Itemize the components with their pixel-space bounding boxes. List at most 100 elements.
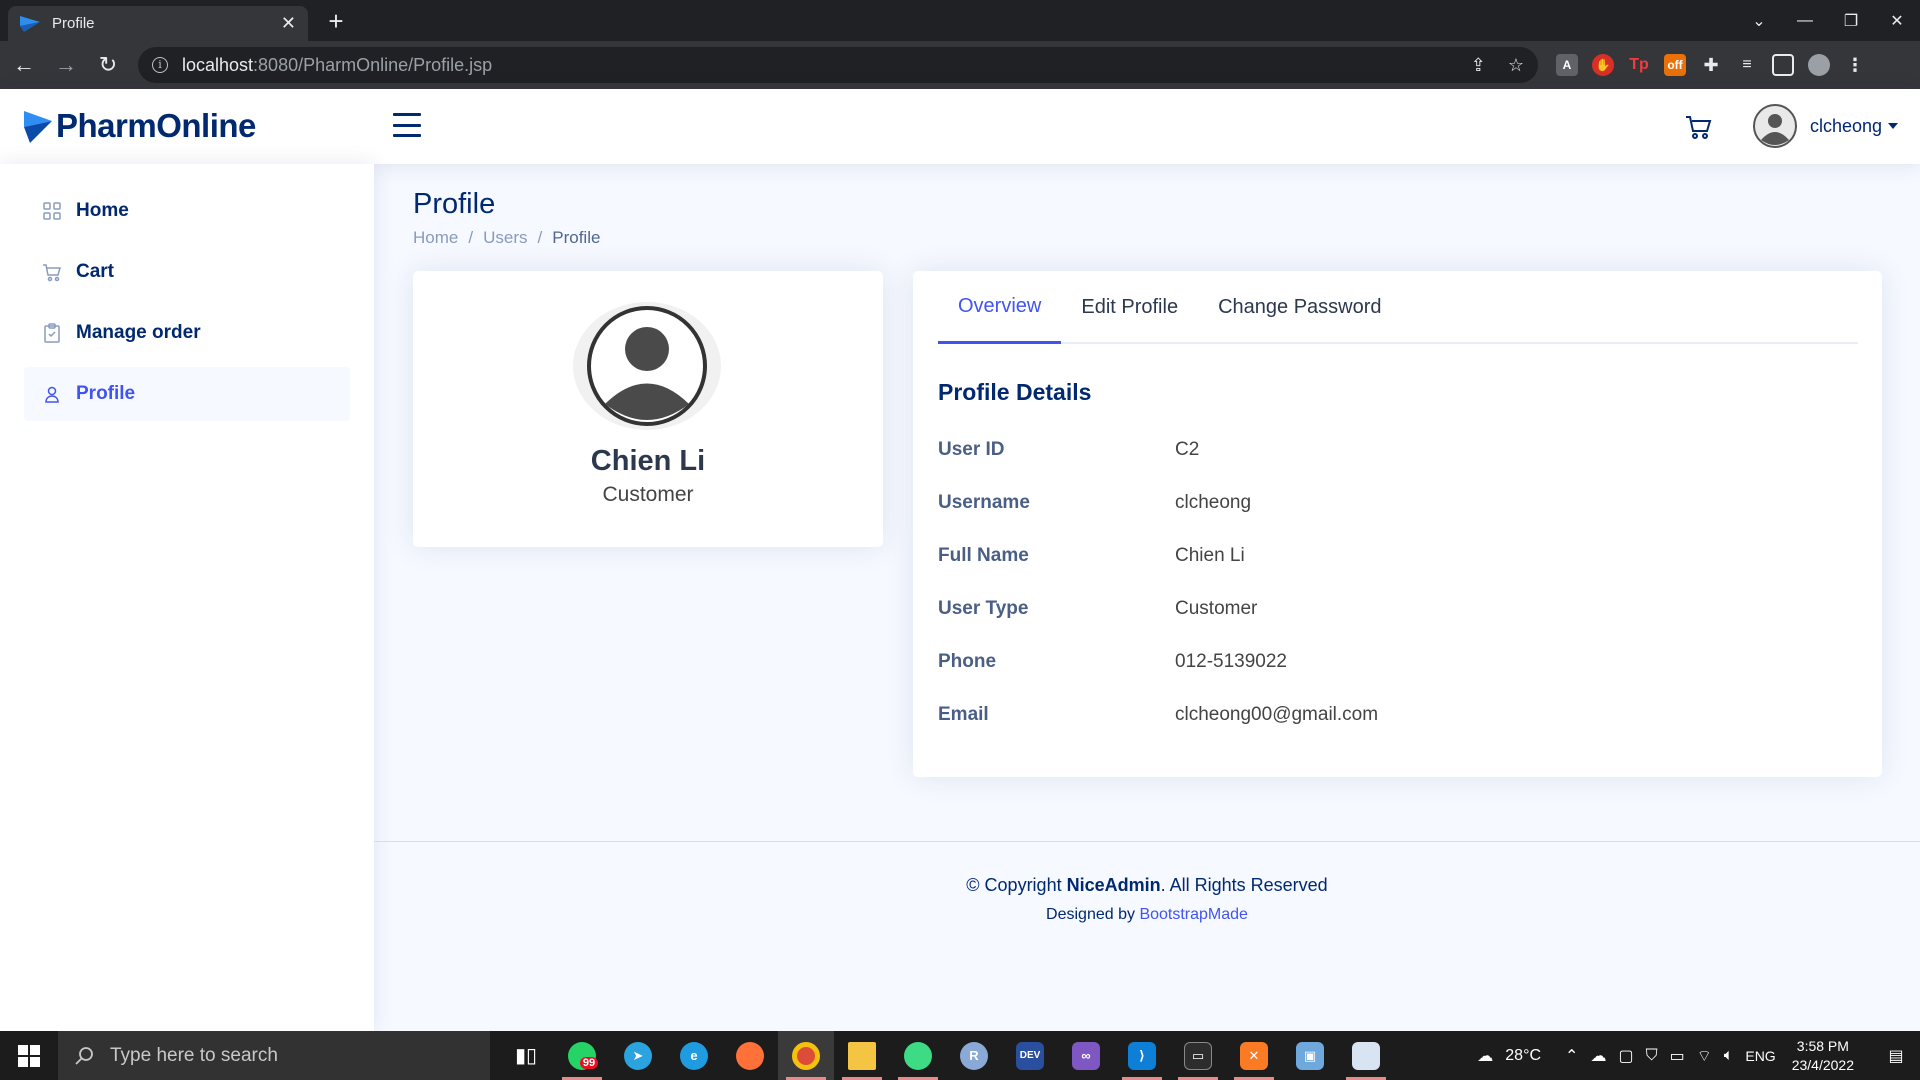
sidebar-item-label: Cart	[76, 261, 115, 282]
tab-search-icon[interactable]: ⌄	[1736, 0, 1782, 41]
weather-icon[interactable]: ☁	[1477, 1046, 1493, 1066]
close-window-button[interactable]: ✕	[1874, 0, 1920, 41]
detail-label: User Type	[938, 598, 1029, 619]
tab-title: Profile	[52, 15, 95, 32]
tp-extension-icon[interactable]: Tp	[1628, 54, 1650, 76]
back-button[interactable]: ←	[6, 47, 42, 83]
detail-row-full-name: Full Name Chien Li	[938, 541, 1838, 571]
chevron-down-icon[interactable]	[1888, 123, 1898, 129]
xampp-icon[interactable]: ✕	[1226, 1031, 1282, 1080]
minimize-button[interactable]: —	[1782, 0, 1828, 41]
cart-icon[interactable]	[1684, 113, 1712, 141]
credits-prefix: Designed by	[1046, 906, 1140, 923]
telegram-icon[interactable]: ➤	[610, 1031, 666, 1080]
taskbar-search[interactable]: Type here to search	[58, 1031, 490, 1080]
copyright-brand: NiceAdmin	[1066, 875, 1161, 895]
page-title: Profile	[413, 188, 496, 220]
site-info-icon[interactable]: i	[152, 57, 168, 73]
grid-icon	[43, 202, 61, 220]
whatsapp-icon[interactable]: 99	[554, 1031, 610, 1080]
restore-button[interactable]: ❐	[1828, 0, 1874, 41]
task-view-icon[interactable]: ▮▯	[498, 1031, 554, 1080]
profile-name: Chien Li	[590, 445, 706, 477]
sidebar: Home Cart Manage order Profile	[0, 164, 374, 1031]
detail-label: Full Name	[938, 545, 1029, 566]
bookmark-star-icon[interactable]: ☆	[1508, 55, 1524, 76]
pharmonline-favicon-icon	[20, 15, 40, 32]
device-icon[interactable]: ▢	[1618, 1046, 1633, 1066]
vscode-icon[interactable]: ⟩	[1114, 1031, 1170, 1080]
detail-value: clcheong	[1175, 492, 1252, 513]
logo-mark-icon	[24, 111, 52, 143]
pdf-extension-icon[interactable]: A	[1556, 54, 1578, 76]
sidebar-item-home[interactable]: Home	[24, 184, 350, 238]
battery-icon[interactable]: ▭	[1670, 1046, 1685, 1066]
sidebar-item-manage-order[interactable]: Manage order	[24, 306, 350, 360]
breadcrumb-separator: /	[537, 228, 543, 247]
profile-user-type: Customer	[602, 483, 694, 506]
address-bar[interactable]: i localhost:8080/PharmOnline/Profile.jsp…	[138, 47, 1538, 83]
android-studio-icon[interactable]	[890, 1031, 946, 1080]
virtualbox-icon[interactable]: ▣	[1282, 1031, 1338, 1080]
reload-button[interactable]: ↻	[90, 47, 126, 83]
profile-tabs: Overview Edit Profile Change Password	[938, 271, 1858, 344]
paint-icon[interactable]	[1338, 1031, 1394, 1080]
taskbar-search-placeholder: Type here to search	[110, 1044, 278, 1066]
sidebar-item-profile[interactable]: Profile	[24, 367, 350, 421]
security-icon[interactable]: ⛉	[1646, 1047, 1658, 1065]
off-extension-icon[interactable]: off	[1664, 54, 1686, 76]
browser-menu-icon[interactable]: ⋮	[1844, 54, 1866, 76]
detail-value: Chien Li	[1175, 545, 1245, 566]
media-queue-icon[interactable]: ≡	[1736, 54, 1758, 76]
copyright-suffix: . All Rights Reserved	[1160, 875, 1328, 895]
visual-studio-icon[interactable]: ∞	[1058, 1031, 1114, 1080]
volume-icon[interactable]: 🔈︎	[1724, 1047, 1734, 1065]
main-content: Profile Home / Users / Profile Chien Li …	[374, 164, 1920, 1031]
side-panel-icon[interactable]	[1772, 54, 1794, 76]
sidebar-item-cart[interactable]: Cart	[24, 245, 350, 299]
new-tab-button[interactable]: +	[322, 8, 350, 36]
dev-cpp-icon[interactable]: DEV	[1002, 1031, 1058, 1080]
language-indicator[interactable]: ENG	[1745, 1048, 1775, 1064]
forward-button[interactable]: →	[48, 47, 84, 83]
search-icon	[75, 1046, 93, 1065]
user-avatar-icon[interactable]	[1753, 104, 1797, 148]
chevron-up-icon[interactable]: ⌃	[1565, 1046, 1578, 1066]
windows-start-icon[interactable]	[0, 1031, 58, 1080]
detail-row-user-id: User ID C2	[938, 435, 1838, 465]
breadcrumb-home[interactable]: Home	[413, 228, 458, 248]
onedrive-icon[interactable]: ☁	[1590, 1046, 1606, 1066]
tab-edit-profile[interactable]: Edit Profile	[1061, 271, 1198, 344]
clock-date: 23/4/2022	[1791, 1056, 1854, 1073]
edge-icon[interactable]: e	[666, 1031, 722, 1080]
detail-row-user-type: User Type Customer	[938, 594, 1838, 624]
tab-overview[interactable]: Overview	[938, 271, 1062, 344]
wifi-icon[interactable]: ⌔	[1697, 1046, 1712, 1066]
bootstrapmade-link[interactable]: BootstrapMade	[1139, 906, 1248, 923]
file-explorer-icon[interactable]	[834, 1031, 890, 1080]
username-dropdown[interactable]: clcheong	[1810, 116, 1882, 137]
weather-temp[interactable]: 28°C	[1505, 1047, 1541, 1065]
brand-logo[interactable]: PharmOnline	[24, 107, 256, 145]
firefox-icon[interactable]	[722, 1031, 778, 1080]
extensions-puzzle-icon[interactable]: ✚	[1700, 54, 1722, 76]
clipboard-icon	[44, 323, 60, 343]
r-icon[interactable]: R	[946, 1031, 1002, 1080]
profile-avatar-icon[interactable]	[1808, 54, 1830, 76]
browser-tab[interactable]: Profile ✕	[8, 6, 308, 41]
system-tray: ☁ 28°C ⌃ ☁ ▢ ⛉ ▭ ⌔ 🔈︎ ENG 3:58 PM 23/4/2…	[1477, 1031, 1920, 1080]
adblock-extension-icon[interactable]: ✋	[1592, 54, 1614, 76]
profile-details-card: Overview Edit Profile Change Password Pr…	[913, 271, 1882, 777]
close-tab-icon[interactable]: ✕	[281, 13, 296, 34]
notifications-icon[interactable]: ▤	[1872, 1046, 1920, 1066]
sidebar-toggle-icon[interactable]	[393, 113, 421, 137]
breadcrumb-users[interactable]: Users	[483, 228, 527, 248]
detail-value: clcheong00@gmail.com	[1175, 704, 1379, 725]
tab-change-password[interactable]: Change Password	[1198, 271, 1401, 344]
clock[interactable]: 3:58 PM 23/4/2022	[1792, 1037, 1854, 1075]
chrome-icon[interactable]	[778, 1031, 834, 1080]
app-header: PharmOnline clcheong	[0, 89, 1920, 164]
terminal-icon[interactable]: ▭	[1170, 1031, 1226, 1080]
share-icon[interactable]: ⇪	[1471, 55, 1486, 76]
detail-label: User ID	[938, 439, 1005, 460]
